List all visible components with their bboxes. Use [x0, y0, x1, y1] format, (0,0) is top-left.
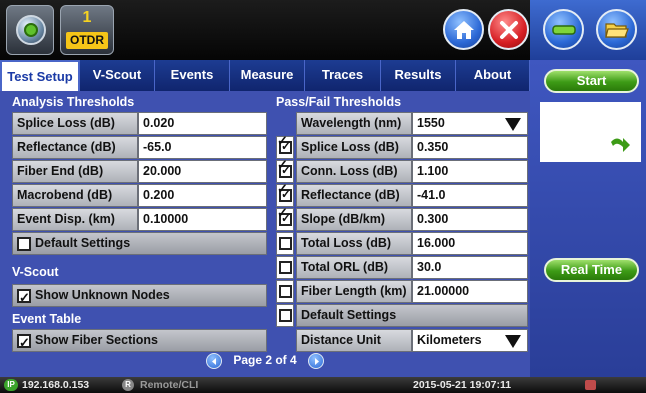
reflectance-label: Reflectance (dB)	[12, 136, 138, 159]
chevron-left-icon	[211, 358, 216, 365]
pf-total-orl-checkbox[interactable]	[276, 256, 294, 279]
remote-icon: R	[122, 379, 134, 391]
redo-arrow-icon	[611, 138, 630, 152]
show-fiber-sections-row[interactable]: Show Fiber Sections	[12, 329, 267, 353]
pf-reflectance-checkbox[interactable]	[276, 181, 294, 207]
pf-conn-loss-checkbox[interactable]	[276, 157, 294, 183]
instrument-label: OTDR	[66, 32, 108, 49]
otdr-instrument-button[interactable]: 1 OTDR	[60, 5, 114, 55]
pf-default-checkbox[interactable]	[276, 304, 294, 327]
top-toolbar: 1 OTDR	[0, 0, 530, 60]
macrobend-field[interactable]: 0.200	[138, 184, 267, 207]
show-fiber-sections-label: Show Fiber Sections	[35, 333, 158, 347]
fiber-end-field[interactable]: 20.000	[138, 160, 267, 183]
analysis-default-checkbox[interactable]	[17, 237, 31, 251]
wavelength-value: 1550	[417, 116, 445, 130]
analysis-default-label: Default Settings	[35, 236, 131, 250]
tab-traces[interactable]: Traces	[305, 60, 381, 91]
home-icon	[453, 20, 474, 39]
ip-address: 192.168.0.153	[22, 379, 90, 391]
event-disp-label: Event Disp. (km)	[12, 208, 138, 231]
analysis-default-settings[interactable]: Default Settings	[12, 232, 267, 255]
dropdown-arrow-icon	[505, 118, 521, 131]
tab-results[interactable]: Results	[381, 60, 456, 91]
tab-bar: Test Setup V-Scout Events Measure Traces…	[0, 60, 530, 91]
show-unknown-nodes-checkbox[interactable]	[17, 287, 31, 308]
fiber-end-label: Fiber End (dB)	[12, 160, 138, 183]
event-table-heading: Event Table	[12, 312, 82, 326]
pf-conn-loss-field[interactable]: 1.100	[412, 160, 528, 183]
pf-total-orl-field[interactable]: 30.0	[412, 256, 528, 279]
pf-splice-loss-checkbox[interactable]	[276, 133, 294, 159]
instrument-count: 1	[82, 9, 92, 26]
splice-loss-field[interactable]: 0.020	[138, 112, 267, 135]
veex-app-button[interactable]	[6, 5, 54, 55]
pass-fail-heading: Pass/Fail Thresholds	[276, 95, 402, 109]
home-button[interactable]	[443, 9, 484, 50]
event-disp-field[interactable]: 0.10000	[138, 208, 267, 231]
right-toolbar	[530, 0, 646, 60]
close-icon	[499, 20, 518, 39]
file-manager-button[interactable]	[596, 9, 637, 50]
tab-events[interactable]: Events	[155, 60, 230, 91]
prev-page-button[interactable]	[205, 353, 222, 369]
show-fiber-sections-checkbox[interactable]	[17, 332, 31, 353]
tab-test-setup[interactable]: Test Setup	[0, 60, 80, 91]
pf-reflectance-field[interactable]: -41.0	[412, 184, 528, 207]
macrobend-label: Macrobend (dB)	[12, 184, 138, 207]
pager: Page 2 of 4	[0, 353, 530, 369]
reflectance-field[interactable]: -65.0	[138, 136, 267, 159]
test-setup-panel: Analysis Thresholds Splice Loss (dB) 0.0…	[0, 91, 530, 377]
distance-unit-dropdown[interactable]: Kilometers	[412, 329, 528, 352]
pf-total-loss-label: Total Loss (dB)	[296, 232, 412, 255]
pf-slope-field[interactable]: 0.300	[412, 208, 528, 231]
remote-status: Remote/CLI	[140, 379, 199, 391]
distance-unit-label: Distance Unit	[296, 329, 412, 352]
pf-fiber-length-field[interactable]: 21.00000	[412, 280, 528, 303]
tab-about[interactable]: About	[456, 60, 530, 91]
pf-reflectance-label: Reflectance (dB)	[296, 184, 412, 207]
minus-icon	[551, 24, 576, 35]
status-bar: IP 192.168.0.153 R Remote/CLI 2015-05-21…	[0, 377, 646, 393]
dropdown-arrow-icon	[505, 335, 521, 348]
page-indicator: Page 2 of 4	[233, 353, 297, 368]
trace-preview[interactable]	[540, 102, 641, 162]
next-page-button[interactable]	[308, 353, 325, 369]
pf-conn-loss-label: Conn. Loss (dB)	[296, 160, 412, 183]
close-button[interactable]	[488, 9, 529, 50]
v-scout-heading: V-Scout	[12, 265, 59, 279]
pf-fiber-length-checkbox[interactable]	[276, 280, 294, 303]
analysis-thresholds-heading: Analysis Thresholds	[12, 95, 135, 109]
pf-slope-checkbox[interactable]	[276, 205, 294, 231]
start-button[interactable]: Start	[544, 69, 639, 93]
pf-slope-label: Slope (dB/km)	[296, 208, 412, 231]
minimize-button[interactable]	[543, 9, 584, 50]
pf-total-orl-label: Total ORL (dB)	[296, 256, 412, 279]
pf-total-loss-field[interactable]: 16.000	[412, 232, 528, 255]
real-time-button[interactable]: Real Time	[544, 258, 639, 282]
wavelength-label: Wavelength (nm)	[296, 112, 412, 135]
pf-splice-loss-field[interactable]: 0.350	[412, 136, 528, 159]
ip-icon: IP	[4, 379, 18, 391]
tab-measure[interactable]: Measure	[230, 60, 305, 91]
pf-default-settings[interactable]: Default Settings	[296, 304, 528, 327]
tab-v-scout[interactable]: V-Scout	[80, 60, 155, 91]
side-panel: Start Real Time	[530, 60, 646, 377]
pf-fiber-length-label: Fiber Length (km)	[296, 280, 412, 303]
veex-logo-icon	[16, 15, 46, 45]
distance-unit-value: Kilometers	[417, 333, 482, 347]
battery-icon	[585, 380, 596, 390]
date-time: 2015-05-21 19:07:11	[413, 379, 512, 391]
wavelength-dropdown[interactable]: 1550	[412, 112, 528, 135]
folder-icon	[604, 22, 629, 38]
pf-splice-loss-label: Splice Loss (dB)	[296, 136, 412, 159]
show-unknown-nodes-row[interactable]: Show Unknown Nodes	[12, 284, 267, 308]
splice-loss-label: Splice Loss (dB)	[12, 112, 138, 135]
chevron-right-icon	[315, 358, 320, 365]
show-unknown-nodes-label: Show Unknown Nodes	[35, 288, 170, 302]
pf-total-loss-checkbox[interactable]	[276, 232, 294, 255]
